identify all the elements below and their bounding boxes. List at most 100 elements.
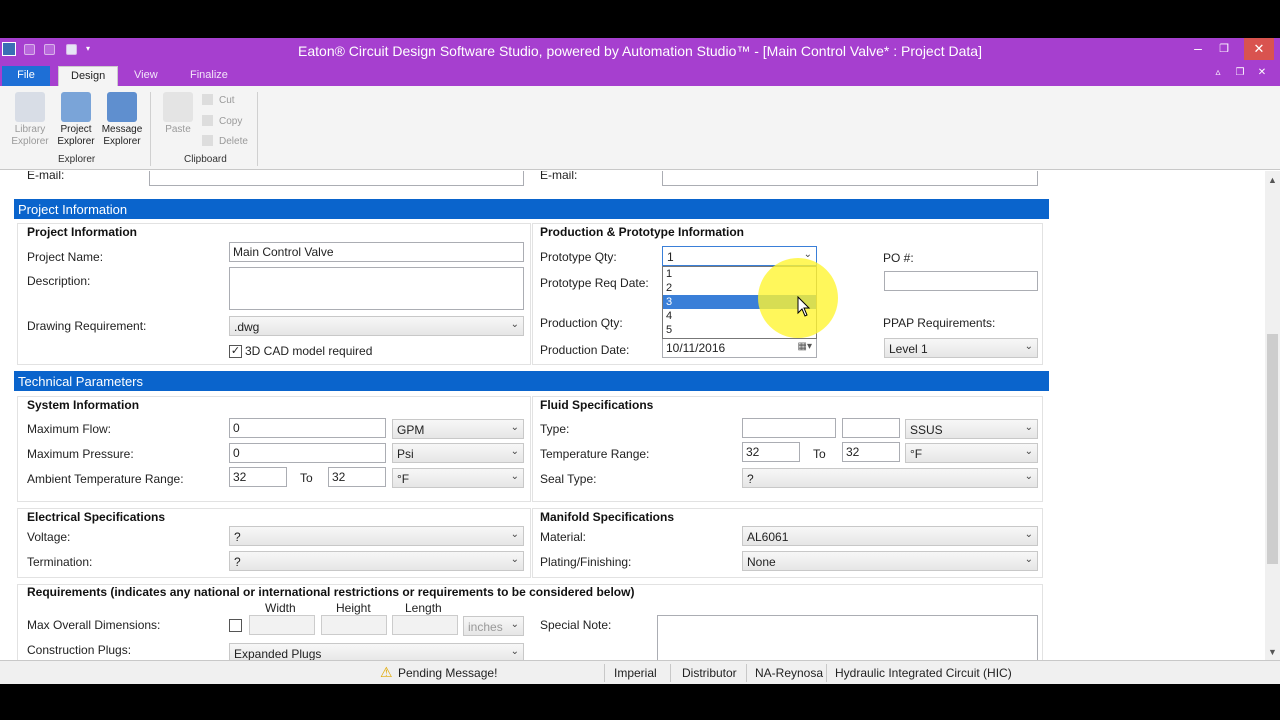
description-field[interactable] <box>229 267 524 310</box>
material-value: AL6061 <box>747 530 789 544</box>
section-header-project-information: Project Information <box>14 199 1049 219</box>
voltage-label: Voltage: <box>27 530 71 544</box>
chevron-down-icon: ⌄ <box>510 646 519 657</box>
ppap-value: Level 1 <box>889 342 928 356</box>
height-label: Height <box>336 601 371 615</box>
fluid-to-label: To <box>813 447 826 461</box>
form-viewport: E-mail: E-mail: Project Information Proj… <box>0 171 1265 660</box>
chevron-down-icon: ⌄ <box>1024 554 1033 565</box>
fluid-viscosity-field[interactable] <box>842 418 900 438</box>
plating-select[interactable]: None ⌄ <box>742 551 1038 571</box>
po-number-field[interactable] <box>884 271 1038 291</box>
pending-message[interactable]: Pending Message! <box>398 666 497 680</box>
dimension-unit: inches <box>468 620 503 634</box>
ambient-temp-from-field[interactable]: 32 <box>229 467 287 487</box>
plating-label: Plating/Finishing: <box>540 555 632 569</box>
chevron-down-icon: ⌄ <box>510 446 519 457</box>
ambient-temp-label: Ambient Temperature Range: <box>27 472 184 486</box>
email-label-right: E-mail: <box>540 171 578 182</box>
max-flow-unit: GPM <box>397 423 425 437</box>
fluid-type-field[interactable] <box>742 418 836 438</box>
fluid-temp-from-field[interactable]: 32 <box>742 442 800 462</box>
plating-value: None <box>747 555 776 569</box>
seal-type-label: Seal Type: <box>540 472 597 486</box>
chevron-down-icon: ⌄ <box>510 619 519 630</box>
form-canvas: E-mail: E-mail: Project Information Proj… <box>0 171 1265 660</box>
project-name-field[interactable]: Main Control Valve <box>229 242 524 262</box>
fluid-temp-unit-select[interactable]: °F ⌄ <box>905 443 1038 463</box>
termination-label: Termination: <box>27 555 93 569</box>
ppap-label: PPAP Requirements: <box>883 316 996 330</box>
production-qty-label: Production Qty: <box>540 316 623 330</box>
max-dimensions-checkbox[interactable] <box>229 619 242 632</box>
seal-type-select[interactable]: ? ⌄ <box>742 468 1038 488</box>
warning-icon: ⚠ <box>380 664 393 680</box>
max-pressure-unit-select[interactable]: Psi ⌄ <box>392 443 524 463</box>
construction-plugs-select[interactable]: Expanded Plugs ⌄ <box>229 643 524 660</box>
fluid-type-label: Type: <box>540 422 570 436</box>
material-select[interactable]: AL6061 ⌄ <box>742 526 1038 546</box>
production-date-field[interactable]: 10/11/2016 ▦▾ <box>662 338 817 358</box>
circuit-mode: Hydraulic Integrated Circuit (HIC) <box>835 666 1012 680</box>
voltage-value: ? <box>234 530 241 544</box>
special-note-field[interactable] <box>657 615 1038 660</box>
production-subtitle: Production & Prototype Information <box>540 225 744 239</box>
prototype-req-date-label: Prototype Req Date: <box>540 276 649 290</box>
email-field-right[interactable] <box>662 171 1038 186</box>
chevron-down-icon: ⌄ <box>1024 422 1033 433</box>
width-field[interactable] <box>249 615 315 635</box>
dimension-unit-select[interactable]: inches ⌄ <box>463 616 524 636</box>
status-divider <box>746 664 747 682</box>
ppap-select[interactable]: Level 1 ⌄ <box>884 338 1038 358</box>
requirements-subtitle: Requirements (indicates any national or … <box>27 585 635 599</box>
drawing-requirement-select[interactable]: .dwg ⌄ <box>229 316 524 336</box>
project-name-label: Project Name: <box>27 250 104 264</box>
max-flow-field[interactable]: 0 <box>229 418 386 438</box>
max-pressure-field[interactable]: 0 <box>229 443 386 463</box>
special-note-label: Special Note: <box>540 618 612 632</box>
status-bar: ⚠ Pending Message! Imperial Distributor … <box>0 660 1280 684</box>
unit-system: Imperial <box>614 666 657 680</box>
construction-plugs-label: Construction Plugs: <box>27 643 132 657</box>
status-divider <box>670 664 671 682</box>
cad-model-checkbox[interactable]: ✓ <box>229 345 242 358</box>
fluid-spec-subtitle: Fluid Specifications <box>540 398 654 412</box>
voltage-select[interactable]: ? ⌄ <box>229 526 524 546</box>
height-field[interactable] <box>321 615 387 635</box>
max-dimensions-label: Max Overall Dimensions: <box>27 618 161 632</box>
manifold-subtitle: Manifold Specifications <box>540 510 675 524</box>
material-label: Material: <box>540 530 587 544</box>
termination-select[interactable]: ? ⌄ <box>229 551 524 571</box>
chevron-down-icon: ⌄ <box>510 554 519 565</box>
mouse-cursor-icon <box>797 296 811 317</box>
vertical-scrollbar[interactable]: ▲ ▼ <box>1265 171 1280 660</box>
max-flow-unit-select[interactable]: GPM ⌄ <box>392 419 524 439</box>
email-field[interactable] <box>149 171 524 186</box>
scroll-up-icon[interactable]: ▲ <box>1268 175 1277 185</box>
chevron-down-icon: ⌄ <box>1024 529 1033 540</box>
cad-model-label: 3D CAD model required <box>245 344 373 358</box>
chevron-down-icon: ⌄ <box>510 471 519 482</box>
drawing-requirement-label: Drawing Requirement: <box>27 319 147 333</box>
ambient-temp-to-field[interactable]: 32 <box>328 467 386 487</box>
prototype-qty-label: Prototype Qty: <box>540 250 617 264</box>
width-label: Width <box>265 601 296 615</box>
electrical-subtitle: Electrical Specifications <box>27 510 166 524</box>
seal-type-value: ? <box>747 472 754 486</box>
fluid-viscosity-unit-select[interactable]: SSUS ⌄ <box>905 419 1038 439</box>
max-flow-label: Maximum Flow: <box>27 422 112 436</box>
length-field[interactable] <box>392 615 458 635</box>
calendar-icon[interactable]: ▦▾ <box>798 341 812 352</box>
prototype-qty-value: 1 <box>667 250 674 264</box>
status-divider <box>604 664 605 682</box>
po-number-label: PO #: <box>883 251 914 265</box>
scrollbar-thumb[interactable] <box>1267 334 1278 564</box>
length-label: Length <box>405 601 442 615</box>
drawing-requirement-value: .dwg <box>234 320 260 334</box>
region: NA-Reynosa <box>755 666 824 680</box>
form-layer: E-mail: E-mail: Project Information Proj… <box>0 0 1265 660</box>
fluid-temp-to-field[interactable]: 32 <box>842 442 900 462</box>
ambient-temp-unit-select[interactable]: °F ⌄ <box>392 468 524 488</box>
project-info-subtitle: Project Information <box>27 225 138 239</box>
scroll-down-icon[interactable]: ▼ <box>1268 647 1277 657</box>
